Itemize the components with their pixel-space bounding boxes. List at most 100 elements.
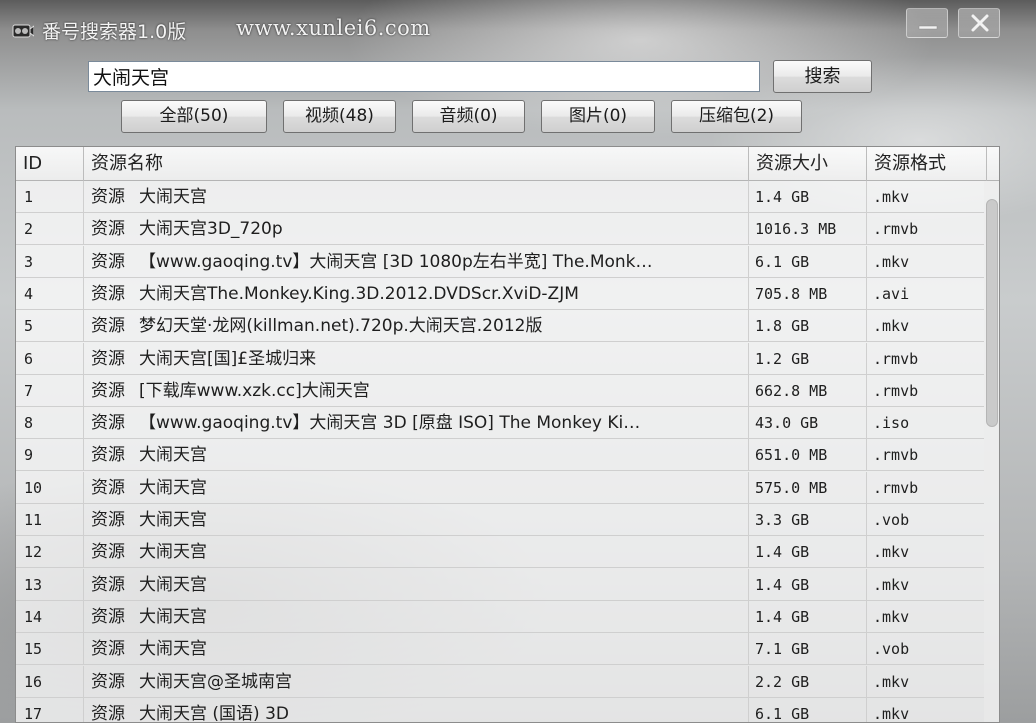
column-header-format[interactable]: 资源格式 xyxy=(867,147,987,181)
column-header-size[interactable]: 资源大小 xyxy=(749,147,867,181)
film-reel-icon xyxy=(12,22,35,40)
resource-name: 大闹天宫 xyxy=(139,574,207,595)
resource-name: [下载库www.xzk.cc]大闹天宫 xyxy=(139,380,370,401)
results-table[interactable]: ID 资源名称 资源大小 资源格式 1 资源 大闹天宫 1.4 GB .mkv 2 资源 大闹… xyxy=(15,146,1000,723)
cell-size: 1.4 GB xyxy=(749,181,867,213)
search-input[interactable] xyxy=(88,61,760,92)
resource-name: 大闹天宫[国]£圣城归来 xyxy=(139,348,317,369)
cell-size: 662.8 MB xyxy=(749,374,867,407)
resource-name: 大闹天宫 xyxy=(139,187,207,207)
table-row[interactable]: 9 资源 大闹天宫 651.0 MB .rmvb xyxy=(16,439,984,472)
resource-tag: 资源 xyxy=(91,574,125,595)
cell-name: 资源 【www.gaoqing.tv】大闹天宫 [3D 1080p左右半宽] Th… xyxy=(84,245,749,278)
cell-id: 11 xyxy=(16,504,84,536)
column-header-name[interactable]: 资源名称 xyxy=(84,147,749,181)
resource-name: 大闹天宫 (国语) 3D xyxy=(139,703,289,723)
table-row[interactable]: 5 资源 梦幻天堂·龙网(killman.net).720p.大闹天宫.2012版 1… xyxy=(16,310,984,343)
filter-image-button[interactable]: 图片(0) xyxy=(541,100,655,133)
resource-tag: 资源 xyxy=(91,671,125,692)
cell-name: 资源 大闹天宫 (国语) 3D xyxy=(84,697,749,723)
resource-tag: 资源 xyxy=(91,542,125,563)
table-header: ID 资源名称 资源大小 资源格式 xyxy=(16,147,999,181)
cell-name: 资源 梦幻天堂·龙网(killman.net).720p.大闹天宫.2012版 xyxy=(84,310,749,343)
cell-format: .rmvb xyxy=(873,478,919,497)
cell-id: 15 xyxy=(16,633,84,666)
cell-id: 2 xyxy=(16,213,84,246)
cell-size: 2.2 GB xyxy=(749,665,867,698)
cell-name: 资源 大闹天宫 xyxy=(84,633,749,666)
cell-size: 1016.3 MB xyxy=(749,213,867,246)
resource-tag: 资源 xyxy=(91,219,125,240)
cell-id: 17 xyxy=(16,697,84,722)
filter-all-button[interactable]: 全部(50) xyxy=(121,100,267,133)
app-title: 番号搜索器1.0版 xyxy=(42,21,187,43)
table-row[interactable]: 7 资源 [下载库www.xzk.cc]大闹天宫 662.8 MB .rmvb xyxy=(16,374,984,407)
cell-size: 43.0 GB xyxy=(749,407,867,440)
cell-id: 12 xyxy=(16,536,84,569)
cell-id: 8 xyxy=(16,407,84,440)
cell-name: 资源 大闹天宫The.Monkey.King.3D.2012.DVDScr.Xvi… xyxy=(84,277,749,310)
close-button[interactable] xyxy=(958,8,1000,38)
table-row[interactable]: 3 资源 【www.gaoqing.tv】大闹天宫 [3D 1080p左右半宽] T… xyxy=(16,245,984,278)
table-row[interactable]: 8 资源 【www.gaoqing.tv】大闹天宫 3D [原盘 ISO] The … xyxy=(16,407,984,440)
minimize-button[interactable] xyxy=(906,8,948,38)
column-header-id[interactable]: ID xyxy=(16,147,84,181)
table-row[interactable]: 16 资源 大闹天宫@圣城南宫 2.2 GB .mkv xyxy=(16,665,984,698)
filter-video-button[interactable]: 视频(48) xyxy=(283,100,396,133)
table-row[interactable]: 11 资源 大闹天宫 3.3 GB .vob xyxy=(16,504,984,536)
table-row[interactable]: 1 资源 大闹天宫 1.4 GB .mkv xyxy=(16,181,984,213)
table-row[interactable]: 12 资源 大闹天宫 1.4 GB .mkv xyxy=(16,536,984,569)
cell-name: 资源 [下载库www.xzk.cc]大闹天宫 xyxy=(84,374,749,407)
cell-name: 资源 大闹天宫 xyxy=(84,600,749,633)
cell-format: .rmvb xyxy=(873,349,919,368)
filter-audio-button[interactable]: 音频(0) xyxy=(412,100,525,133)
table-row[interactable]: 17 资源 大闹天宫 (国语) 3D 6.1 GB .mkv xyxy=(16,697,984,723)
cell-format: .vob xyxy=(873,511,910,529)
table-row[interactable]: 6 资源 大闹天宫[国]£圣城归来 1.2 GB .rmvb xyxy=(16,342,984,375)
cell-size: 3.3 GB xyxy=(749,504,867,536)
search-button[interactable]: 搜索 xyxy=(773,60,872,93)
cell-format: .mkv xyxy=(873,317,910,336)
resource-name: 大闹天宫 xyxy=(139,606,207,627)
cell-format: .vob xyxy=(873,640,910,659)
vertical-scrollbar[interactable] xyxy=(984,181,999,722)
resource-name: 大闹天宫 xyxy=(139,510,207,530)
cell-id: 6 xyxy=(16,342,84,375)
scrollbar-thumb[interactable] xyxy=(986,199,998,427)
cell-id: 9 xyxy=(16,439,84,472)
resource-tag: 资源 xyxy=(91,316,125,337)
resource-tag: 资源 xyxy=(91,445,125,466)
resource-tag: 资源 xyxy=(91,639,125,660)
filter-archive-button[interactable]: 压缩包(2) xyxy=(671,100,802,133)
resource-tag: 资源 xyxy=(91,380,125,401)
cell-name: 资源 大闹天宫 xyxy=(84,504,749,536)
cell-size: 705.8 MB xyxy=(749,277,867,310)
table-row[interactable]: 14 资源 大闹天宫 1.4 GB .mkv xyxy=(16,600,984,633)
resource-name: 梦幻天堂·龙网(killman.net).720p.大闹天宫.2012版 xyxy=(139,316,543,337)
table-row[interactable]: 4 资源 大闹天宫The.Monkey.King.3D.2012.DVDScr.Xv… xyxy=(16,277,984,310)
cell-format: .mkv xyxy=(873,575,910,594)
cell-format: .mkv xyxy=(873,188,910,206)
cell-size: 1.4 GB xyxy=(749,600,867,633)
cell-format: .mkv xyxy=(873,704,910,723)
app-url: www.xunlei6.com xyxy=(236,16,431,40)
cell-id: 5 xyxy=(16,310,84,343)
cell-name: 资源 大闹天宫 xyxy=(84,568,749,601)
title-bar[interactable]: 番号搜索器1.0版 www.xunlei6.com xyxy=(0,0,1036,48)
resource-tag: 资源 xyxy=(91,477,125,498)
cell-id: 4 xyxy=(16,277,84,310)
table-row[interactable]: 13 资源 大闹天宫 1.4 GB .mkv xyxy=(16,568,984,601)
cell-format: .mkv xyxy=(873,607,910,626)
table-row[interactable]: 10 资源 大闹天宫 575.0 MB .rmvb xyxy=(16,471,984,504)
resource-name: 大闹天宫 xyxy=(139,445,207,466)
table-row[interactable]: 2 资源 大闹天宫3D_720p 1016.3 MB .rmvb xyxy=(16,213,984,246)
cell-format: .rmvb xyxy=(873,220,919,239)
cell-name: 资源 大闹天宫 xyxy=(84,181,749,213)
resource-tag: 资源 xyxy=(91,703,125,723)
cell-size: 1.2 GB xyxy=(749,342,867,375)
cell-size: 7.1 GB xyxy=(749,633,867,666)
table-row[interactable]: 15 资源 大闹天宫 7.1 GB .vob xyxy=(16,633,984,666)
cell-size: 1.4 GB xyxy=(749,536,867,569)
cell-format: .rmvb xyxy=(873,446,919,465)
resource-tag: 资源 xyxy=(91,187,125,207)
